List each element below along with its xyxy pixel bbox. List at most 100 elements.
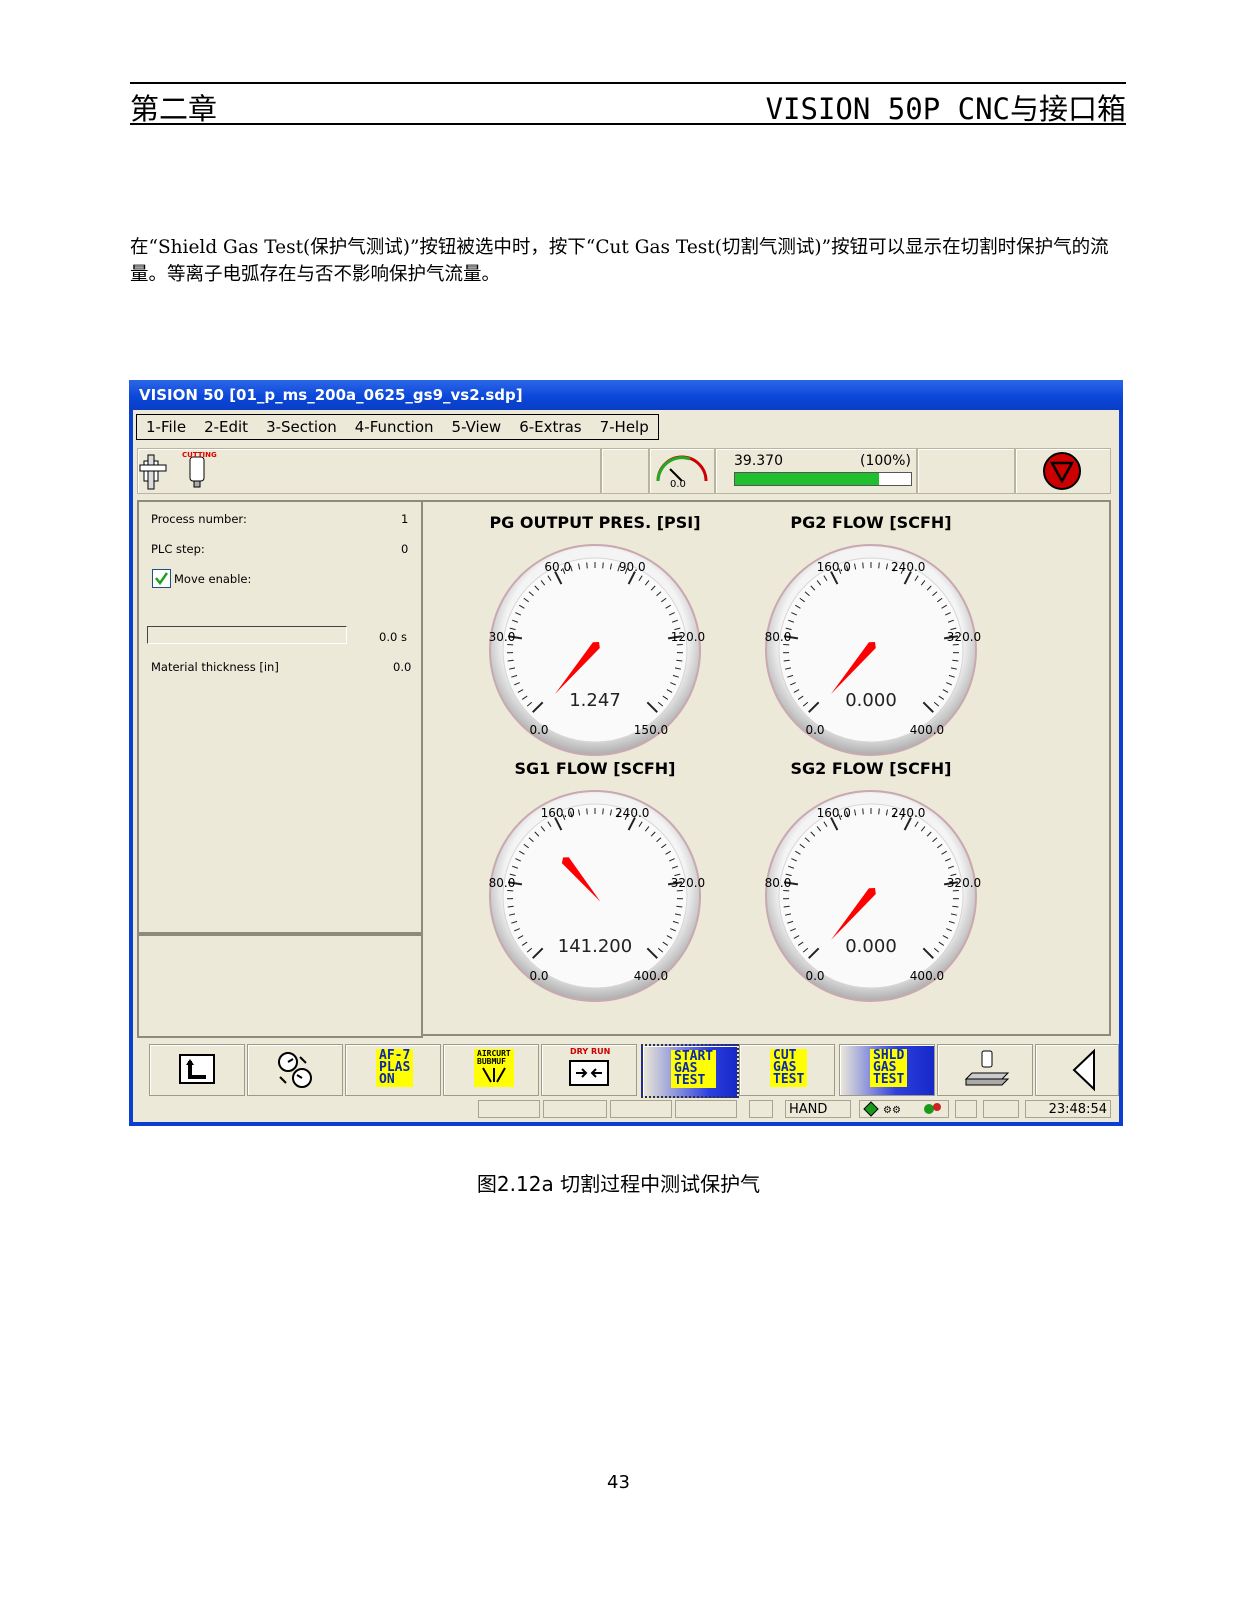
process-number-label: Process number: — [151, 512, 247, 526]
gauge-3: SG1 FLOW [SCFH] 0.0 80.0 160.0 240.0 320.0 400… — [489, 759, 705, 1002]
gauge-4-tick-24 — [862, 808, 864, 815]
shld-gas-test-line3: TEST — [873, 1072, 905, 1087]
dry-run-button[interactable]: DRY RUN — [541, 1044, 637, 1096]
menu-edit[interactable]: 2-Edit — [195, 415, 257, 439]
gauge-1: PG OUTPUT PRES. [PSI] 0.0 30.0 60.0 90.0 120.… — [489, 513, 705, 756]
material-thickness-label: Material thickness [in] — [151, 660, 279, 674]
cutting-label: CUTTING — [182, 451, 217, 459]
menu-section[interactable]: 3-Section — [257, 415, 346, 439]
feed-box: 39.370 (100%) — [715, 448, 917, 494]
gauge-2-tick-24 — [862, 562, 864, 569]
menu-help[interactable]: 7-Help — [591, 415, 658, 439]
status-cell-4 — [675, 1100, 737, 1118]
gauge-4-title: SG2 FLOW [SCFH] — [791, 759, 952, 778]
empty-status-box-2 — [917, 448, 1015, 494]
gauge-1-tick-label-1: 30.0 — [489, 630, 516, 644]
header-rule-top — [130, 82, 1126, 84]
chapter-title: VISION 50P CNC与接口箱 — [765, 92, 1126, 126]
gauge-3-tick-label-2: 160.0 — [541, 806, 575, 820]
move-enable-checkbox[interactable] — [152, 569, 171, 588]
shld-gas-test-button[interactable]: SHLD GAS TEST — [839, 1044, 935, 1096]
process-number-value: 1 — [401, 512, 409, 526]
body-paragraph: 在“Shield Gas Test(保护气测试)”按钮被选中时，按下“Cut G… — [130, 237, 1109, 285]
gauge-4-tick-label-1: 80.0 — [765, 876, 792, 890]
menu-function[interactable]: 4-Function — [346, 415, 443, 439]
material-thickness-value: 0.0 — [393, 660, 412, 674]
gauge-3-tick-24 — [586, 808, 588, 815]
aircurt-button[interactable]: AIRCURT BUBMUF — [443, 1044, 539, 1096]
timer-value: 0.0 s — [379, 630, 407, 644]
window-title: VISION 50 [01_p_ms_200a_0625_gs9_vs2.sdp… — [139, 386, 523, 404]
menu-file[interactable]: 1-File — [137, 415, 195, 439]
menu-view[interactable]: 5-View — [443, 415, 511, 439]
stop-icon[interactable] — [1016, 449, 1110, 493]
status-cell-3 — [610, 1100, 672, 1118]
app-window: VISION 50 [01_p_ms_200a_0625_gs9_vs2.sdp… — [129, 380, 1123, 1126]
gauge-2-tick-label-2: 160.0 — [817, 560, 851, 574]
gauge-3-title: SG1 FLOW [SCFH] — [515, 759, 676, 778]
menu-bar: 1-File 2-Edit 3-Section 4-Function 5-Vie… — [136, 414, 659, 440]
feed-progress-bar — [734, 472, 912, 486]
svg-text:⚙⚙: ⚙⚙ — [883, 1105, 901, 1116]
air-curtain-icon — [482, 1067, 506, 1083]
gauge-4-tick-label-5: 400.0 — [910, 969, 944, 983]
status-cell-1 — [478, 1100, 540, 1118]
status-cell-5 — [749, 1100, 773, 1118]
gauge-3-tick-label-4: 320.0 — [671, 876, 705, 890]
gauge-4-tick-label-4: 320.0 — [947, 876, 981, 890]
gauge-canvas: PG OUTPUT PRES. [PSI] 0.0 30.0 60.0 90.0 120.… — [489, 513, 981, 1002]
menu-extras[interactable]: 6-Extras — [510, 415, 590, 439]
gauge-2-title: PG2 FLOW [SCFH] — [790, 513, 951, 532]
gauge-2-tick-label-0: 0.0 — [805, 723, 824, 737]
message-panel — [137, 934, 423, 1038]
torch-plate-icon — [964, 1050, 1010, 1086]
feed-progress-fill — [735, 473, 880, 485]
stop-box — [1015, 448, 1111, 494]
move-enable-label: Move enable: — [174, 572, 252, 586]
io-status-icon: ⚙⚙ — [863, 1101, 941, 1117]
clock-cycle-icon — [278, 1052, 312, 1088]
gauge-3-tick-label-5: 400.0 — [634, 969, 668, 983]
chapter-label: 第二章 — [130, 92, 218, 126]
status-cell-2 — [543, 1100, 607, 1118]
gauge-1-tick-label-2: 60.0 — [544, 560, 571, 574]
cut-gas-test-button[interactable]: CUT GAS TEST — [739, 1044, 835, 1096]
aircurt-label: AIRCURT BUBMUF — [474, 1049, 514, 1087]
gauge-4-tick-label-2: 160.0 — [817, 806, 851, 820]
figure-caption: 图2.12a 切割过程中测试保护气 — [476, 1172, 761, 1196]
torch-height-button[interactable] — [937, 1044, 1033, 1096]
gauge-1-tick-label-4: 120.0 — [671, 630, 705, 644]
gauge-2-tick-label-5: 400.0 — [910, 723, 944, 737]
start-gas-test-label: START GAS TEST — [671, 1050, 717, 1088]
af-plas-on-label: AF-7 PLAS ON — [376, 1049, 414, 1087]
gauge-3-tick-label-0: 0.0 — [529, 969, 548, 983]
timer-progress-bar — [147, 626, 347, 644]
gauge-panel: PG OUTPUT PRES. [PSI] 0.0 30.0 60.0 90.0 120.… — [421, 500, 1111, 1036]
gauge-2-tick-label-3: 240.0 — [891, 560, 925, 574]
io-status-icons: ⚙⚙ — [859, 1100, 949, 1118]
gauge-3-tick-26 — [602, 808, 604, 815]
timers-button[interactable] — [247, 1044, 343, 1096]
previous-page-button[interactable] — [1035, 1044, 1119, 1096]
mode-status: HAND — [785, 1100, 851, 1118]
gauge-1-title: PG OUTPUT PRES. [PSI] — [489, 513, 700, 532]
gauge-1-tick-label-0: 0.0 — [529, 723, 548, 737]
process-info-panel: Process number: 1 PLC step: 0 Move enabl… — [137, 500, 423, 934]
status-cell-7 — [983, 1100, 1019, 1118]
gauge-2-tick-26 — [878, 562, 880, 569]
speed-gauge-value: 0.0 — [670, 479, 686, 490]
status-toolbar: CUTTING 0.0 39.370 (100%) — [137, 448, 1111, 494]
gauge-1-tick-26 — [602, 562, 604, 569]
window-titlebar: VISION 50 [01_p_ms_200a_0625_gs9_vs2.sdp… — [129, 380, 1123, 410]
gauge-1-tick-label-3: 90.0 — [619, 560, 646, 574]
gauge-4-tick-26 — [878, 808, 880, 815]
gauge-3-tick-label-3: 240.0 — [615, 806, 649, 820]
status-bar: HAND ⚙⚙ 23:48:54 — [133, 1098, 1119, 1122]
af-plas-on-button[interactable]: AF-7 PLAS ON — [345, 1044, 441, 1096]
exit-button[interactable] — [149, 1044, 245, 1096]
gauge-2: PG2 FLOW [SCFH] 0.0 80.0 160.0 240.0 320.0 400… — [765, 513, 981, 756]
return-icon — [179, 1054, 215, 1084]
start-gas-test-button[interactable]: START GAS TEST — [641, 1044, 739, 1098]
status-cell-6 — [955, 1100, 977, 1118]
feed-percent: (100%) — [860, 453, 911, 469]
